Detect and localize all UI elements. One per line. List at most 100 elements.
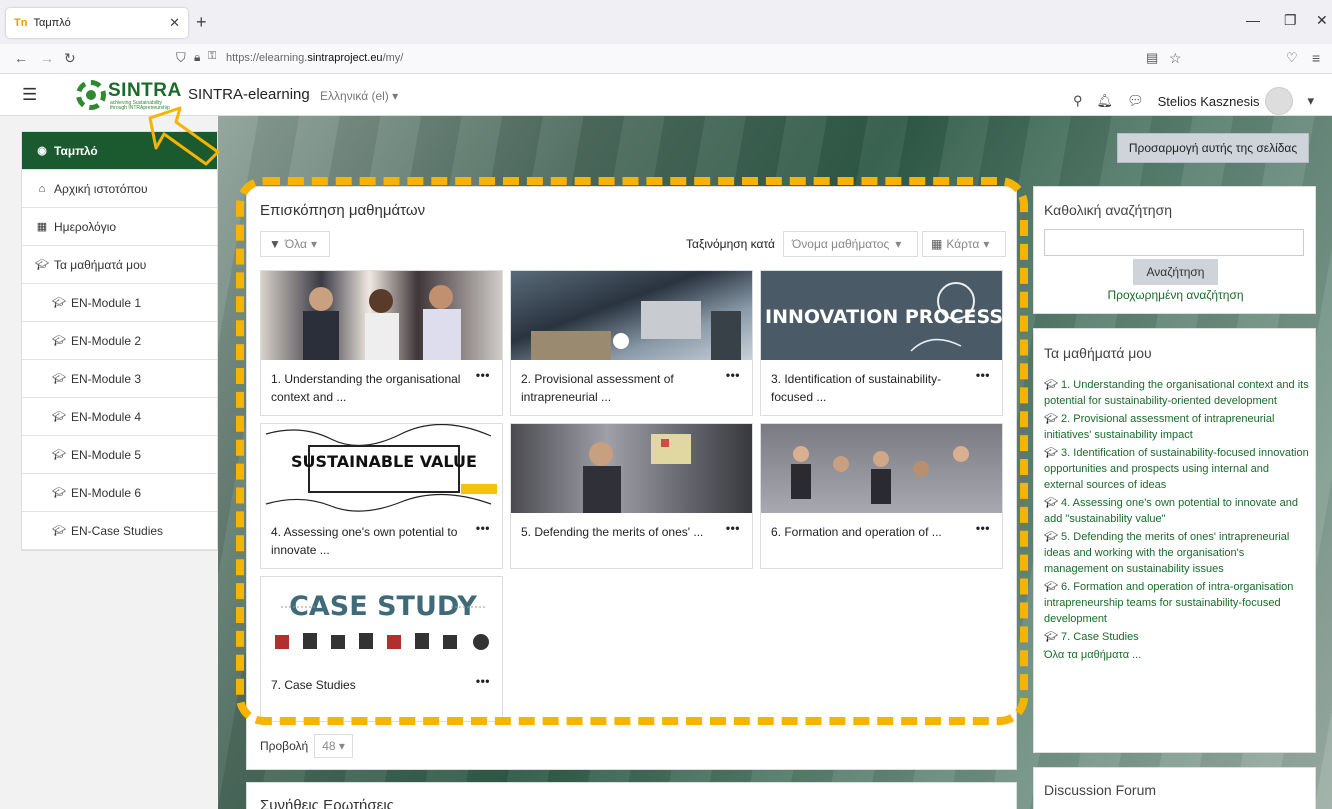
- course-card[interactable]: INNOVATION PROCESS 3. Identification of …: [760, 270, 1003, 416]
- sidebar-item-calendar[interactable]: ▦ Ημερολόγιο: [22, 208, 217, 246]
- minimize-icon[interactable]: —: [1246, 12, 1260, 28]
- course-title[interactable]: 3. Identification of sustainability-focu…: [771, 370, 971, 406]
- sidebar-item-home[interactable]: ⌂ Αρχική ιστοτόπου: [22, 170, 217, 208]
- course-title[interactable]: 2. Provisional assessment of intrapreneu…: [521, 370, 721, 406]
- more-options-icon[interactable]: •••: [976, 521, 990, 535]
- sidebar-item-label: EN-Module 2: [71, 333, 142, 348]
- course-image[interactable]: SUSTAINABLE VALUE: [261, 424, 502, 513]
- course-overview-block: Επισκόπηση μαθημάτων ▼ Όλα ▾ Ταξινόμηση …: [246, 186, 1017, 770]
- sidebar-item-module-3[interactable]: 🎓︎ EN-Module 3: [22, 360, 217, 398]
- graduation-cap-icon: 🎓︎: [52, 373, 66, 385]
- course-title[interactable]: 1. Understanding the organisational cont…: [271, 370, 471, 406]
- course-link[interactable]: 4. Assessing one's own potential to inno…: [1044, 497, 1298, 525]
- list-item[interactable]: 🎓︎ 6. Formation and operation of intra-o…: [1044, 579, 1309, 627]
- per-page-value: 48: [322, 739, 336, 753]
- notification-bell-icon[interactable]: 🔔︎: [1097, 93, 1114, 109]
- browser-navbar: ← → ↻ ⛉ 🔒︎ ⚿ https://elearning.sintrapro…: [0, 44, 1332, 74]
- course-card[interactable]: 5. Defending the merits of ones' ... •••: [510, 423, 753, 569]
- course-title[interactable]: 4. Assessing one's own potential to inno…: [271, 523, 471, 559]
- sidebar-item-case-studies[interactable]: 🎓︎ EN-Case Studies: [22, 512, 217, 550]
- restore-icon[interactable]: ❐: [1284, 12, 1297, 29]
- course-card[interactable]: SUSTAINABLE VALUE 4. Assessing one's own…: [260, 423, 503, 569]
- customize-page-button[interactable]: Προσαρμογή αυτής της σελίδας: [1117, 133, 1309, 163]
- shield-icon[interactable]: ⛉: [176, 50, 186, 66]
- course-image-photo: CASE STUDY: [275, 591, 489, 650]
- course-image[interactable]: INNOVATION PROCESS: [761, 271, 1002, 360]
- key-icon[interactable]: ⚿: [208, 50, 216, 63]
- sidebar-item-module-4[interactable]: 🎓︎ EN-Module 4: [22, 398, 217, 436]
- filter-dropdown[interactable]: ▼ Όλα ▾: [260, 231, 330, 257]
- forward-icon[interactable]: →: [40, 50, 54, 66]
- pocket-icon[interactable]: ♡: [1286, 50, 1298, 66]
- course-image[interactable]: CASE STUDY: [261, 577, 502, 666]
- course-link[interactable]: 5. Defending the merits of ones' intrapr…: [1044, 531, 1289, 575]
- chevron-down-icon[interactable]: ▾: [1307, 93, 1314, 109]
- list-item[interactable]: 🎓︎ 7. Case Studies: [1044, 629, 1309, 645]
- url-prefix: https://elearning.: [226, 52, 308, 64]
- course-link[interactable]: 3. Identification of sustainability-focu…: [1044, 447, 1309, 491]
- site-name[interactable]: SINTRA-elearning: [188, 86, 310, 103]
- list-item[interactable]: 🎓︎ 2. Provisional assessment of intrapre…: [1044, 411, 1309, 443]
- list-item[interactable]: 🎓︎ 1. Understanding the organisational c…: [1044, 377, 1309, 409]
- messages-icon[interactable]: 💬︎: [1127, 93, 1144, 109]
- course-image[interactable]: [511, 271, 752, 360]
- browser-tab[interactable]: Tn Ταμπλό ✕: [6, 8, 188, 38]
- url-suffix: /my/: [382, 52, 404, 64]
- close-window-icon[interactable]: ✕: [1316, 12, 1328, 29]
- sort-dropdown[interactable]: Όνομα μαθήματος ▾: [783, 231, 918, 257]
- more-options-icon[interactable]: •••: [976, 368, 990, 382]
- hamburger-menu-icon[interactable]: ☰: [22, 85, 42, 105]
- block-title: Τα μαθήματά μου: [1044, 345, 1152, 361]
- search-button[interactable]: Αναζήτηση: [1133, 259, 1218, 285]
- course-card[interactable]: CASE STUDY 7. Case Studies •••: [260, 576, 503, 722]
- block-title: Καθολική αναζήτηση: [1044, 202, 1172, 218]
- more-options-icon[interactable]: •••: [726, 368, 740, 382]
- all-courses-link[interactable]: Όλα τα μαθήματα ...: [1044, 647, 1309, 663]
- lock-icon[interactable]: 🔒︎: [194, 50, 200, 65]
- course-card[interactable]: 1. Understanding the organisational cont…: [260, 270, 503, 416]
- course-title[interactable]: 7. Case Studies: [271, 676, 471, 694]
- block-title: Discussion Forum: [1044, 782, 1157, 798]
- per-page-dropdown[interactable]: 48 ▾: [314, 734, 353, 758]
- course-image[interactable]: [761, 424, 1002, 513]
- close-tab-icon[interactable]: ✕: [169, 15, 180, 31]
- sidebar-item-module-1[interactable]: 🎓︎ EN-Module 1: [22, 284, 217, 322]
- course-title[interactable]: 5. Defending the merits of ones' ...: [521, 523, 721, 541]
- graduation-cap-icon: 🎓︎: [52, 411, 66, 423]
- course-title[interactable]: 6. Formation and operation of ...: [771, 523, 971, 541]
- sidebar-item-label: EN-Module 4: [71, 409, 142, 424]
- course-link[interactable]: 2. Provisional assessment of intrapreneu…: [1044, 413, 1274, 441]
- advanced-search-link[interactable]: Προχωρημένη αναζήτηση: [1034, 288, 1317, 302]
- avatar[interactable]: [1265, 87, 1294, 115]
- course-link[interactable]: 6. Formation and operation of intra-orga…: [1044, 581, 1293, 625]
- sidebar-item-module-6[interactable]: 🎓︎ EN-Module 6: [22, 474, 217, 512]
- sidebar-item-module-5[interactable]: 🎓︎ EN-Module 5: [22, 436, 217, 474]
- more-options-icon[interactable]: •••: [476, 521, 490, 535]
- course-link[interactable]: 1. Understanding the organisational cont…: [1044, 379, 1309, 407]
- reload-icon[interactable]: ↻: [64, 50, 76, 67]
- sidebar-item-my-courses[interactable]: 🎓︎ Τα μαθήματά μου: [22, 246, 217, 284]
- course-link[interactable]: 7. Case Studies: [1061, 631, 1139, 643]
- search-input[interactable]: [1044, 229, 1304, 256]
- language-selector[interactable]: Ελληνικά (el) ▾: [320, 89, 398, 103]
- sidebar-item-module-2[interactable]: 🎓︎ EN-Module 2: [22, 322, 217, 360]
- more-options-icon[interactable]: •••: [476, 368, 490, 382]
- more-options-icon[interactable]: •••: [476, 674, 490, 688]
- more-options-icon[interactable]: •••: [726, 521, 740, 535]
- list-item[interactable]: 🎓︎ 4. Assessing one's own potential to i…: [1044, 495, 1309, 527]
- address-bar[interactable]: https://elearning.sintraproject.eu/my/: [226, 52, 403, 64]
- new-tab-icon[interactable]: +: [196, 12, 207, 33]
- view-dropdown[interactable]: ▦ Κάρτα ▾: [922, 231, 1006, 257]
- course-image[interactable]: [261, 271, 502, 360]
- list-item[interactable]: 🎓︎ 5. Defending the merits of ones' intr…: [1044, 529, 1309, 577]
- search-icon[interactable]: ⚲: [1073, 93, 1083, 109]
- course-image[interactable]: [511, 424, 752, 513]
- reader-view-icon[interactable]: ▤: [1146, 50, 1158, 66]
- menu-icon[interactable]: ≡: [1312, 50, 1320, 66]
- course-card[interactable]: 2. Provisional assessment of intrapreneu…: [510, 270, 753, 416]
- course-card[interactable]: 6. Formation and operation of ... •••: [760, 423, 1003, 569]
- list-item[interactable]: 🎓︎ 3. Identification of sustainability-f…: [1044, 445, 1309, 493]
- user-name[interactable]: Stelios Kasznesis: [1158, 94, 1260, 109]
- back-icon[interactable]: ←: [14, 50, 28, 66]
- bookmark-star-icon[interactable]: ☆: [1169, 50, 1182, 67]
